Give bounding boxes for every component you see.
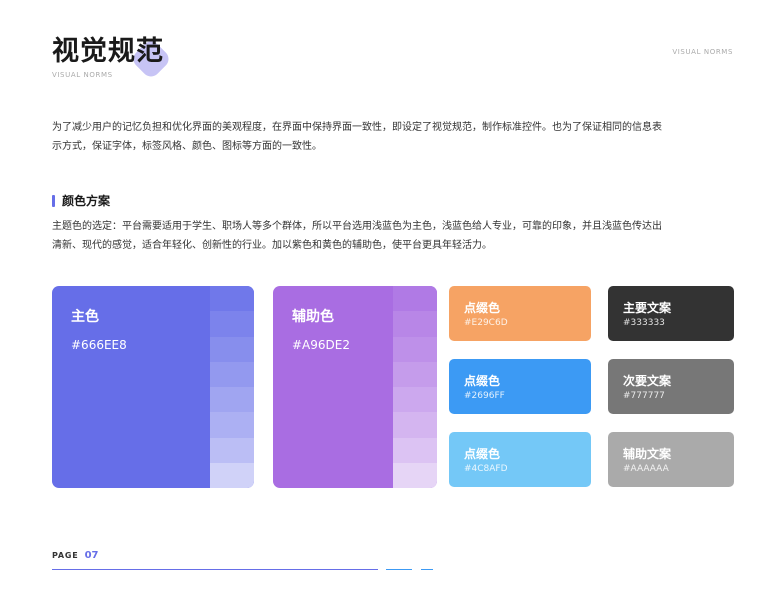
primary-shade bbox=[210, 462, 254, 488]
primary-color-card: 主色 #666EE8 bbox=[52, 286, 254, 488]
primary-shade bbox=[210, 311, 254, 337]
text-color-card: 次要文案 #777777 bbox=[608, 359, 734, 414]
primary-color-info: 主色 #666EE8 bbox=[71, 306, 127, 352]
primary-shade bbox=[210, 437, 254, 463]
secondary-color-info: 辅助色 #A96DE2 bbox=[292, 306, 350, 352]
secondary-shade bbox=[393, 336, 437, 362]
primary-shade bbox=[210, 412, 254, 438]
text-color-name: 主要文案 bbox=[623, 301, 672, 315]
corner-label: VISUAL NORMS bbox=[672, 48, 733, 56]
accent-color-card: 点缀色 #4C8AFD bbox=[449, 432, 591, 487]
secondary-shade bbox=[393, 361, 437, 387]
text-color-hex: #AAAAAA bbox=[623, 464, 669, 474]
accent-color-name: 点缀色 bbox=[464, 447, 501, 461]
section-marker bbox=[52, 194, 55, 207]
primary-shade-column bbox=[210, 286, 254, 488]
text-color-name: 辅助文案 bbox=[623, 447, 672, 461]
page-footer: PAGE 07 bbox=[52, 550, 98, 561]
secondary-shade-column bbox=[393, 286, 437, 488]
primary-shade bbox=[210, 361, 254, 387]
page-number: 07 bbox=[84, 550, 99, 561]
secondary-shade bbox=[393, 462, 437, 488]
accent-color-card: 点缀色 #2696FF bbox=[449, 359, 591, 414]
accent-color-hex: #E29C6D bbox=[464, 318, 508, 328]
section-heading: 颜色方案 bbox=[52, 192, 110, 209]
text-color-hex: #777777 bbox=[623, 391, 665, 401]
title-block: 视觉规范 VISUAL NORMS bbox=[52, 34, 173, 81]
page-subtitle: VISUAL NORMS bbox=[52, 71, 113, 79]
footer-rule-tiny bbox=[421, 569, 433, 570]
text-color-card: 辅助文案 #AAAAAA bbox=[608, 432, 734, 487]
secondary-color-name: 辅助色 bbox=[292, 309, 334, 325]
footer-rule-main bbox=[52, 569, 378, 570]
secondary-shade bbox=[393, 412, 437, 438]
text-color-hex: #333333 bbox=[623, 318, 665, 328]
accent-color-name: 点缀色 bbox=[464, 301, 501, 315]
accent-color-hex: #4C8AFD bbox=[464, 464, 508, 474]
secondary-color-card: 辅助色 #A96DE2 bbox=[273, 286, 437, 488]
footer-rule-short bbox=[386, 569, 412, 570]
secondary-shade bbox=[393, 286, 437, 312]
primary-shade bbox=[210, 286, 254, 312]
primary-shade bbox=[210, 336, 254, 362]
accent-color-card: 点缀色 #E29C6D bbox=[449, 286, 591, 341]
intro-paragraph: 为了减少用户的记忆负担和优化界面的美观程度，在界面中保持界面一致性，即设定了视觉… bbox=[52, 122, 662, 152]
text-color-card: 主要文案 #333333 bbox=[608, 286, 734, 341]
secondary-shade bbox=[393, 437, 437, 463]
section-description: 主题色的选定：平台需要适用于学生、职场人等多个群体，所以平台选用浅蓝色为主色，浅… bbox=[52, 221, 662, 251]
accent-color-hex: #2696FF bbox=[464, 391, 505, 401]
secondary-shade bbox=[393, 387, 437, 413]
accent-color-name: 点缀色 bbox=[464, 374, 501, 388]
secondary-shade bbox=[393, 311, 437, 337]
primary-shade bbox=[210, 387, 254, 413]
section-title: 颜色方案 bbox=[62, 194, 111, 208]
page-label: PAGE bbox=[52, 551, 79, 560]
text-color-name: 次要文案 bbox=[623, 374, 672, 388]
page-title: 视觉规范 bbox=[52, 36, 164, 67]
primary-color-name: 主色 bbox=[71, 309, 99, 325]
primary-color-hex: #666EE8 bbox=[71, 338, 127, 352]
secondary-color-hex: #A96DE2 bbox=[292, 338, 350, 352]
